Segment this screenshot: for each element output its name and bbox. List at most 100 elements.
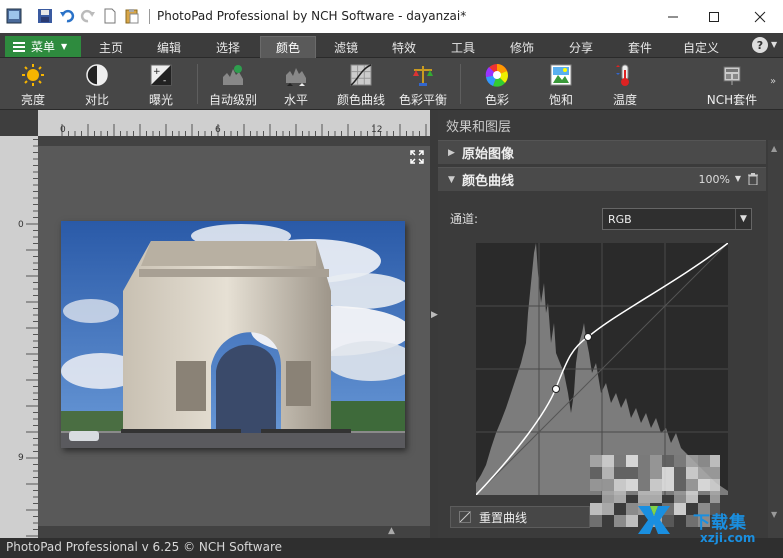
brightness-tool[interactable]: 亮度 bbox=[3, 62, 63, 108]
contrast-tool[interactable]: 对比 bbox=[67, 62, 127, 108]
undo-icon[interactable] bbox=[59, 8, 75, 24]
saturation-icon bbox=[548, 62, 574, 88]
opacity-value[interactable]: 100% bbox=[699, 173, 730, 186]
ruler-ticks bbox=[26, 139, 38, 537]
tab-retouch[interactable]: 修饰 bbox=[497, 36, 547, 58]
watermark-text: 下载集 bbox=[693, 513, 747, 533]
color-curve-tool[interactable]: 颜色曲线 bbox=[331, 62, 391, 108]
color-tool[interactable]: 色彩 bbox=[467, 62, 527, 108]
tab-customize[interactable]: 自定义 bbox=[672, 36, 730, 58]
tab-share[interactable]: 分享 bbox=[556, 36, 606, 58]
status-text: PhotoPad Professional v 6.25 © NCH Softw… bbox=[6, 540, 282, 554]
save-icon[interactable] bbox=[37, 8, 53, 24]
title-separator bbox=[149, 9, 150, 24]
canvas-area: 0 6 12 0 9 bbox=[0, 110, 430, 538]
color-curve-icon bbox=[348, 62, 374, 88]
toolbar-separator bbox=[197, 64, 198, 104]
nch-suite-label: NCH套件 bbox=[706, 93, 758, 107]
thermometer-icon bbox=[612, 62, 638, 88]
chevron-down-icon: ▼ bbox=[735, 209, 751, 229]
section-name: 原始图像 bbox=[462, 147, 515, 162]
section-original-image[interactable]: ▶ 原始图像 bbox=[438, 140, 766, 164]
exposure-tool[interactable]: + - 曝光 bbox=[131, 62, 191, 108]
ruler-label: 12 bbox=[371, 125, 383, 135]
paste-icon[interactable] bbox=[124, 8, 140, 24]
curve-control-point[interactable] bbox=[584, 333, 592, 341]
main-menu-label: 菜单 bbox=[31, 40, 56, 54]
svg-text:-: - bbox=[163, 76, 166, 86]
close-icon[interactable] bbox=[738, 0, 782, 33]
svg-text:+: + bbox=[153, 67, 161, 77]
fullscreen-icon[interactable] bbox=[410, 150, 424, 164]
saturation-tool[interactable]: 饱和 bbox=[531, 62, 591, 108]
image-canvas[interactable] bbox=[38, 146, 430, 526]
auto-levels-icon bbox=[220, 62, 246, 88]
ruler-corner bbox=[0, 110, 38, 136]
scroll-down-icon[interactable]: ▼ bbox=[771, 510, 777, 519]
ruler-label: 0 bbox=[60, 125, 66, 135]
trash-icon[interactable] bbox=[748, 173, 758, 185]
toolbar-overflow-icon[interactable]: » bbox=[770, 76, 776, 87]
toolbar-separator bbox=[460, 64, 461, 104]
contrast-label: 对比 bbox=[84, 93, 109, 107]
color-curve-label: 颜色曲线 bbox=[336, 93, 385, 107]
minimize-icon[interactable] bbox=[651, 0, 695, 33]
auto-levels-label: 自动级别 bbox=[208, 93, 257, 107]
tab-effects[interactable]: 特效 bbox=[379, 36, 429, 58]
temperature-label: 温度 bbox=[612, 93, 637, 107]
opacity-dropdown-icon[interactable]: ▼ bbox=[735, 174, 741, 183]
section-name: 颜色曲线 bbox=[462, 174, 515, 189]
maximize-icon[interactable] bbox=[692, 0, 736, 33]
section-color-curve[interactable]: ▼ 颜色曲线 100% ▼ bbox=[438, 167, 766, 191]
tab-suite[interactable]: 套件 bbox=[615, 36, 665, 58]
panel-scrollbar[interactable] bbox=[768, 140, 783, 538]
tab-select[interactable]: 选择 bbox=[203, 36, 253, 58]
scroll-up-icon[interactable]: ▲ bbox=[771, 144, 777, 153]
ruler-label: 6 bbox=[215, 125, 221, 135]
scroll-up-caret-icon[interactable]: ▲ bbox=[388, 526, 395, 536]
tab-home[interactable]: 主页 bbox=[86, 36, 136, 58]
panel-splitter[interactable]: ▶ bbox=[430, 110, 438, 538]
panel-title: 效果和图层 bbox=[446, 120, 512, 135]
tab-filters[interactable]: 滤镜 bbox=[321, 36, 371, 58]
tab-color[interactable]: 颜色 bbox=[260, 36, 316, 58]
tab-edit[interactable]: 编辑 bbox=[144, 36, 194, 58]
color-balance-icon bbox=[410, 62, 436, 88]
color-label: 色彩 bbox=[484, 93, 509, 107]
collapse-panel-icon[interactable]: ▶ bbox=[431, 310, 438, 320]
nch-suite-tool[interactable]: NCH套件 bbox=[702, 62, 762, 108]
contrast-icon bbox=[84, 62, 110, 88]
levels-label: 水平 bbox=[283, 93, 308, 107]
watermark-url: xzji.com bbox=[700, 531, 756, 545]
color-balance-label: 色彩平衡 bbox=[398, 93, 447, 107]
ruler-label: 0 bbox=[18, 220, 24, 230]
temperature-tool[interactable]: 温度 bbox=[595, 62, 655, 108]
color-toolbar: 亮度 对比 + - 曝光 自动级别 水平 颜色曲线 色彩平衡 色彩 饱和 温度 … bbox=[0, 58, 783, 110]
exposure-label: 曝光 bbox=[148, 93, 173, 107]
color-balance-tool[interactable]: 色彩平衡 bbox=[393, 62, 453, 108]
hamburger-icon bbox=[13, 41, 25, 52]
exposure-icon: + - bbox=[148, 62, 174, 88]
help-chevron-icon[interactable]: ▼ bbox=[771, 40, 777, 49]
title-bar: PhotoPad Professional by NCH Software - … bbox=[0, 0, 783, 33]
reset-curve-button[interactable]: 重置曲线 bbox=[450, 506, 590, 528]
tab-tools[interactable]: 工具 bbox=[438, 36, 488, 58]
ruler-vertical: 0 9 bbox=[0, 136, 38, 538]
new-icon[interactable] bbox=[102, 8, 118, 24]
menu-bar: 菜单 ▼ 主页 编辑 选择 颜色 滤镜 特效 工具 修饰 分享 套件 自定义 ?… bbox=[0, 33, 783, 58]
app-icon[interactable] bbox=[6, 8, 22, 24]
levels-tool[interactable]: 水平 bbox=[266, 62, 326, 108]
photo-arc-de-triomphe bbox=[61, 221, 405, 448]
curve-control-point[interactable] bbox=[552, 385, 560, 393]
nch-suite-icon bbox=[719, 62, 745, 88]
auto-levels-tool[interactable]: 自动级别 bbox=[203, 62, 263, 108]
chevron-down-icon: ▼ bbox=[61, 42, 68, 51]
main-menu-button[interactable]: 菜单 ▼ bbox=[5, 36, 81, 57]
help-icon[interactable]: ? bbox=[752, 37, 768, 53]
brightness-label: 亮度 bbox=[20, 93, 45, 107]
status-bar: PhotoPad Professional v 6.25 © NCH Softw… bbox=[0, 538, 783, 558]
channel-select[interactable]: RGB ▼ bbox=[602, 208, 752, 230]
sun-icon bbox=[20, 62, 46, 88]
redo-icon[interactable] bbox=[80, 8, 96, 24]
channel-label: 通道: bbox=[450, 212, 479, 226]
